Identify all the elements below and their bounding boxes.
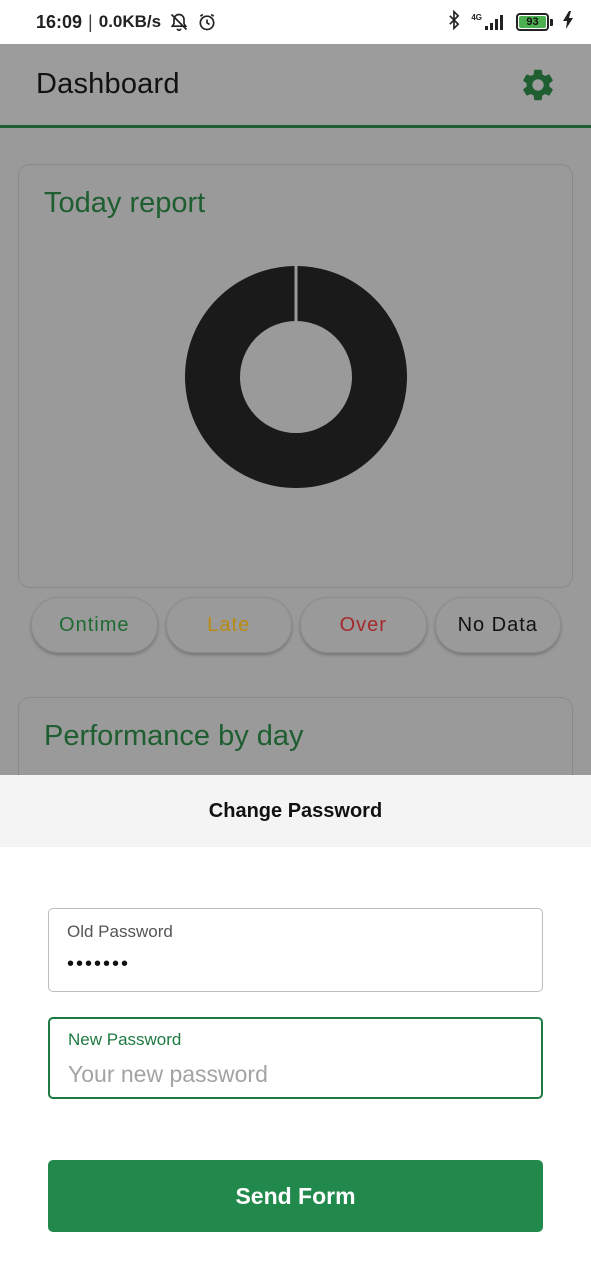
status-separator: |	[88, 11, 93, 32]
new-password-input[interactable]	[68, 1057, 523, 1091]
bluetooth-icon	[447, 9, 461, 35]
status-net-speed: 0.0KB/s	[98, 12, 162, 31]
settings-button[interactable]	[518, 65, 558, 105]
today-report-title: Today report	[44, 187, 206, 219]
old-password-field[interactable]: Old Password	[48, 908, 543, 992]
send-form-button[interactable]: Send Form	[48, 1160, 543, 1232]
old-password-label: Old Password	[67, 922, 173, 941]
performance-title: Performance by day	[44, 720, 304, 752]
change-password-sheet: Change Password Old Password New Passwor…	[0, 775, 591, 1280]
new-password-label: New Password	[68, 1030, 182, 1049]
new-password-field[interactable]: New Password	[48, 1017, 543, 1099]
today-report-card: Today report	[18, 164, 573, 588]
alarm-icon	[197, 12, 217, 32]
status-time: 16:09	[36, 11, 83, 32]
legend-chip-over[interactable]: Over	[300, 597, 427, 653]
sheet-title: Change Password	[0, 775, 591, 847]
charging-icon	[563, 10, 573, 34]
legend-chips: Ontime Late Over No Data	[31, 597, 561, 653]
battery-icon: 93	[516, 13, 553, 31]
old-password-input[interactable]	[67, 949, 524, 979]
donut-chart	[185, 266, 407, 488]
notifications-off-icon	[169, 12, 189, 32]
gear-icon	[523, 69, 553, 100]
legend-chip-ontime[interactable]: Ontime	[31, 597, 158, 653]
status-bar: 16:09 | 0.0KB/s 4G 93	[0, 0, 591, 44]
legend-chip-late[interactable]: Late	[165, 597, 292, 653]
signal-icon: 4G	[471, 14, 506, 30]
page-title: Dashboard	[36, 68, 180, 100]
app-bar: Dashboard	[0, 44, 591, 128]
battery-level: 93	[519, 16, 546, 28]
network-type-label: 4G	[471, 13, 482, 22]
legend-chip-no-data[interactable]: No Data	[434, 597, 561, 653]
